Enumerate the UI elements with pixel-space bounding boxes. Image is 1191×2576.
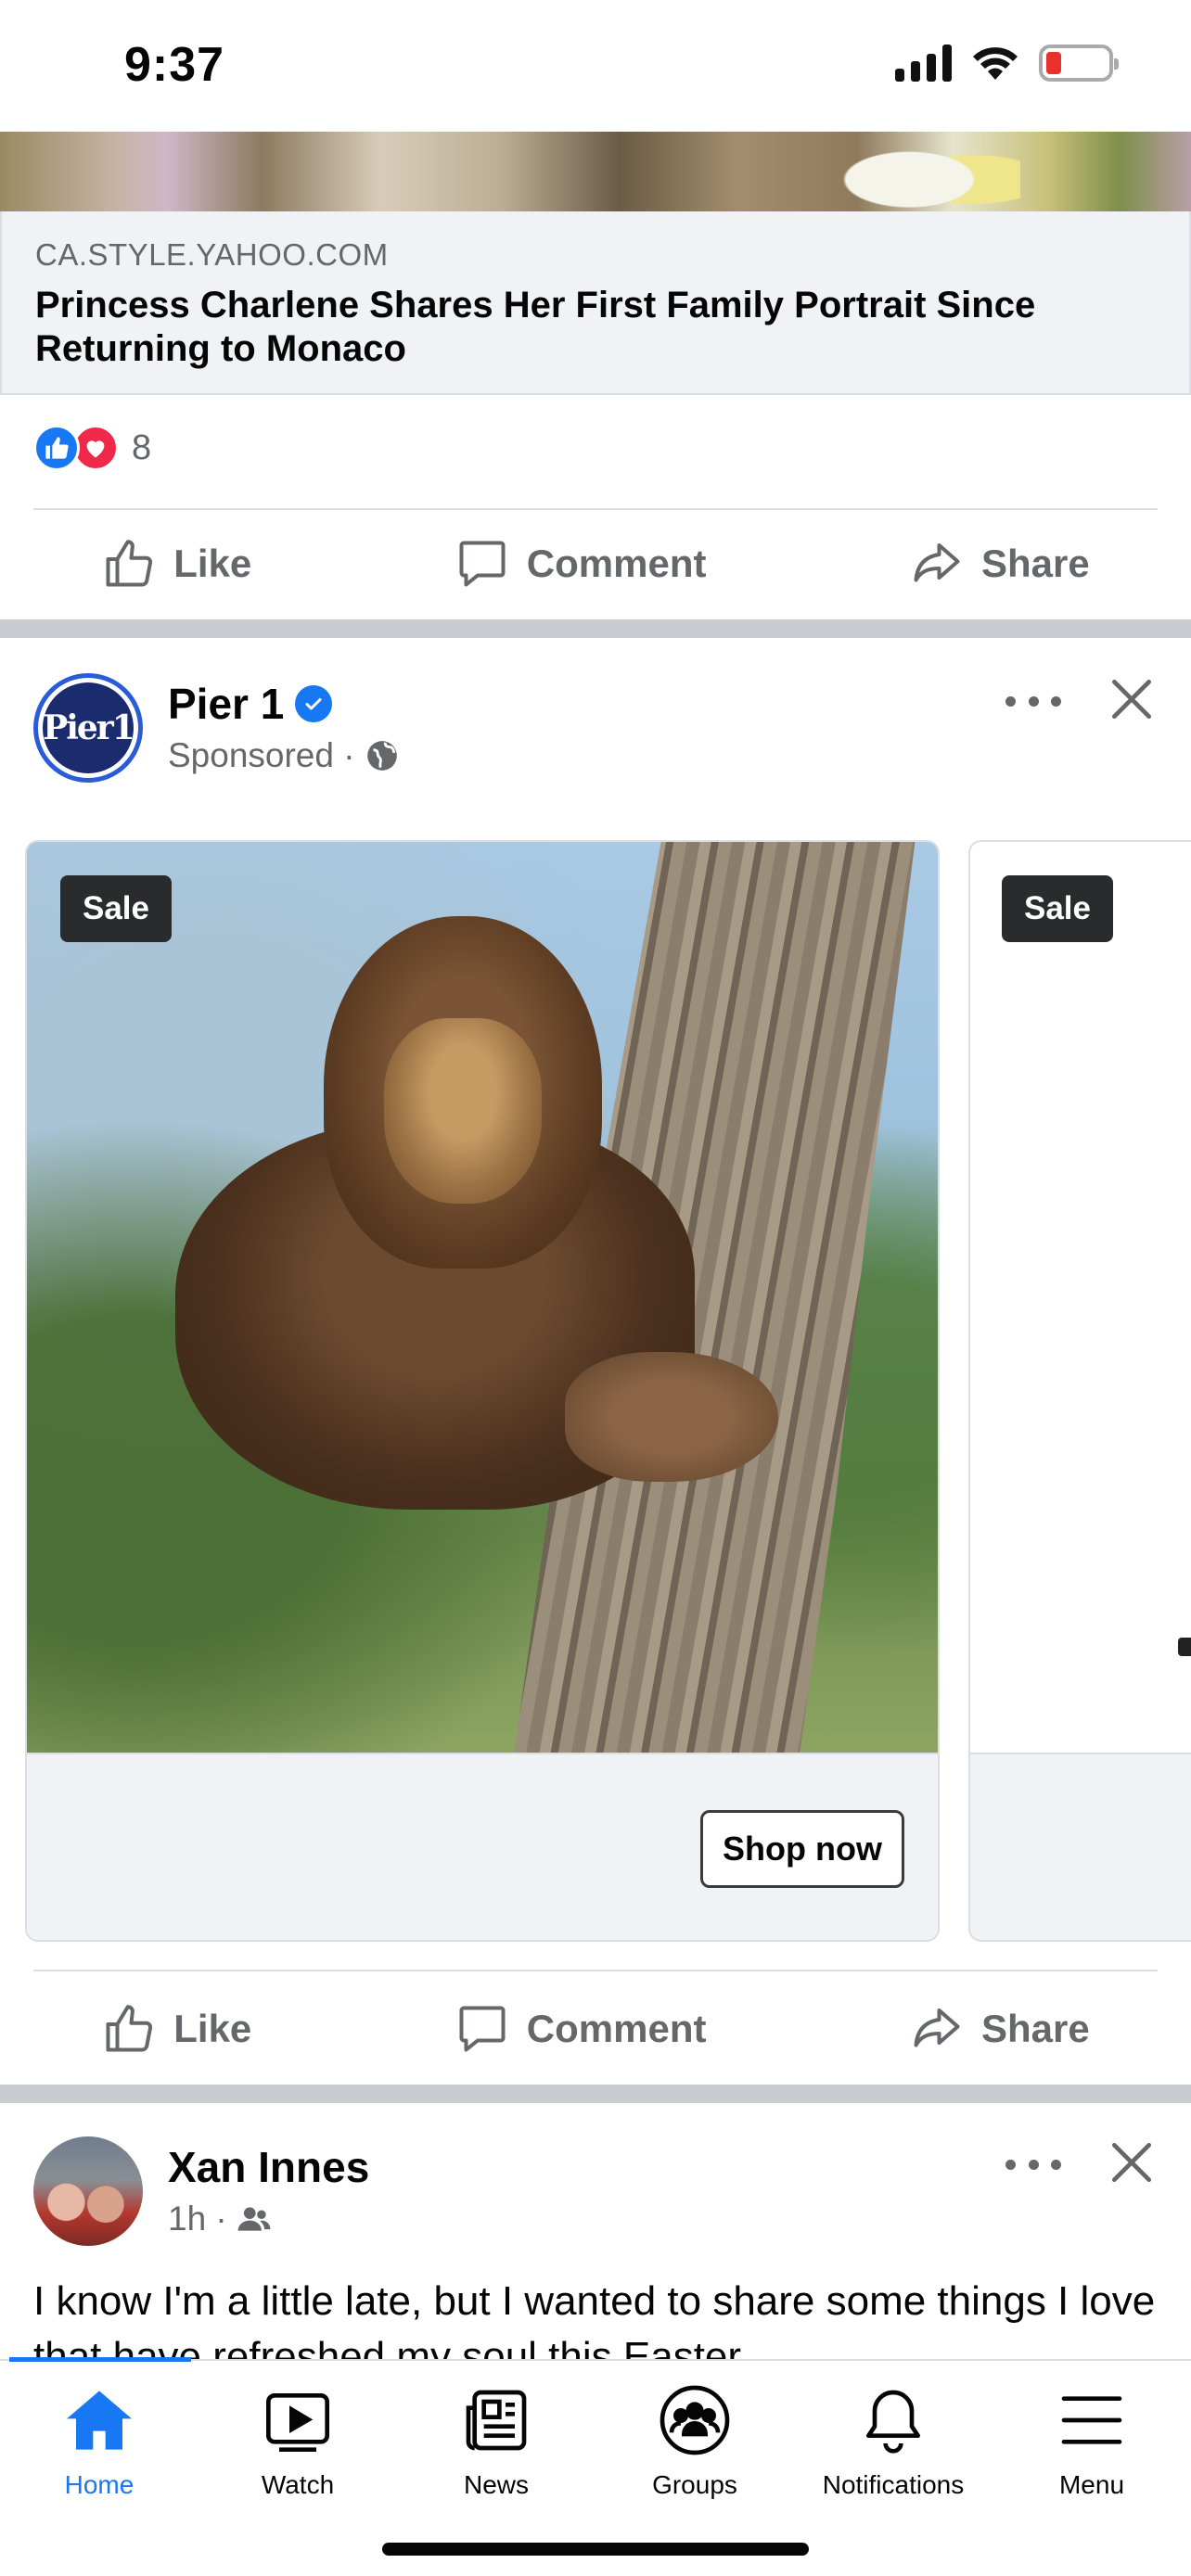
carousel-card[interactable]: Sale Shop now — [25, 840, 940, 1942]
feed-separator — [0, 619, 1191, 638]
sponsored-label: Sponsored · — [168, 736, 355, 774]
like-button[interactable]: Like — [101, 536, 251, 592]
page-name[interactable]: Pier 1 — [168, 679, 333, 729]
home-indicator[interactable] — [382, 2543, 809, 2556]
like-reaction-icon — [33, 425, 80, 471]
bottom-tab-bar: Home Watch News Groups Notifications Men… — [0, 2357, 1191, 2576]
post-meta: 1h · — [168, 2200, 272, 2238]
reaction-summary[interactable]: 8 — [33, 425, 151, 471]
thumbs-up-icon — [106, 2005, 153, 2052]
like-label: Like — [173, 2007, 252, 2050]
link-preview-image[interactable] — [0, 132, 1191, 211]
share-label: Share — [980, 542, 1090, 585]
status-bar: 9:37 — [0, 0, 1191, 132]
friends-audience-icon — [237, 2207, 271, 2231]
close-icon[interactable] — [1106, 2136, 1158, 2188]
product-image[interactable]: Sale — [970, 842, 1191, 1753]
pier1-logo: Pier1 — [43, 682, 135, 773]
tab-label: Watch — [261, 2470, 335, 2499]
news-icon — [466, 2390, 527, 2451]
tab-news[interactable]: News — [397, 2361, 596, 2519]
menu-icon — [1061, 2396, 1122, 2444]
tab-label: Menu — [1058, 2470, 1125, 2499]
home-icon — [67, 2391, 132, 2450]
comment-label: Comment — [526, 2007, 707, 2050]
tab-label: Notifications — [822, 2470, 965, 2499]
share-icon — [914, 543, 960, 582]
like-label: Like — [173, 542, 252, 585]
battery-icon — [1039, 45, 1119, 82]
tab-groups[interactable]: Groups — [596, 2361, 794, 2519]
pier1-avatar[interactable]: Pier1 — [33, 673, 143, 783]
reaction-count: 8 — [132, 427, 152, 467]
post-time: 1h · — [168, 2200, 227, 2238]
comment-icon — [459, 541, 506, 587]
shop-now-button[interactable]: Shop now — [700, 1810, 904, 1888]
tab-notifications[interactable]: Notifications — [794, 2361, 992, 2519]
status-time: 9:37 — [124, 38, 225, 92]
post-text[interactable]: I know I'm a little late, but I wanted t… — [33, 2274, 1165, 2359]
share-label: Share — [980, 2007, 1090, 2050]
comment-icon — [459, 2006, 506, 2052]
tab-label: Home — [64, 2470, 134, 2499]
share-button[interactable]: Share — [909, 536, 1090, 592]
bell-icon — [866, 2390, 920, 2454]
author-avatar[interactable] — [33, 2136, 143, 2246]
sponsored-meta: Sponsored · — [168, 736, 400, 775]
comment-label: Comment — [526, 542, 707, 585]
tab-label: Groups — [652, 2470, 737, 2499]
page-name-label: Pier 1 — [168, 680, 285, 728]
share-icon — [914, 2009, 960, 2047]
card-footer: Shop now — [27, 1753, 938, 1940]
verified-badge-icon — [295, 685, 333, 722]
divider — [33, 1970, 1158, 1971]
watch-icon — [266, 2393, 329, 2452]
author-name[interactable]: Xan Innes — [168, 2142, 369, 2192]
status-icons — [895, 45, 1119, 82]
wifi-icon — [973, 47, 1018, 80]
thumbs-up-icon — [106, 540, 153, 587]
sponsored-post-header: Pier1 Pier 1 Sponsored · — [33, 673, 1158, 794]
link-domain: CA.STYLE.YAHOO.COM — [35, 237, 389, 272]
tab-label: News — [463, 2470, 529, 2499]
more-options-icon[interactable] — [1005, 2146, 1061, 2183]
close-icon[interactable] — [1106, 673, 1158, 725]
comment-button[interactable]: Comment — [455, 536, 707, 592]
tab-watch[interactable]: Watch — [198, 2361, 397, 2519]
tab-menu[interactable]: Menu — [992, 2361, 1191, 2519]
card-footer — [970, 1753, 1191, 1940]
active-tab-indicator — [9, 2357, 191, 2362]
comment-button[interactable]: Comment — [455, 2001, 707, 2057]
tab-home[interactable]: Home — [0, 2361, 198, 2519]
sale-badge: Sale — [60, 875, 172, 942]
like-button[interactable]: Like — [101, 2001, 251, 2057]
link-title: Princess Charlene Shares Her First Famil… — [35, 285, 1036, 369]
share-button[interactable]: Share — [909, 2001, 1090, 2057]
post-actions: Like Comment Share — [0, 1973, 1191, 2085]
sale-badge: Sale — [1002, 875, 1113, 942]
feed-separator — [0, 2085, 1191, 2103]
post-actions: Like Comment Share — [0, 508, 1191, 619]
groups-icon — [660, 2385, 730, 2455]
more-options-icon[interactable] — [1005, 682, 1061, 720]
link-preview[interactable]: CA.STYLE.YAHOO.COM Princess Charlene Sha… — [0, 211, 1191, 395]
cellular-signal-icon — [895, 45, 952, 82]
globe-icon — [366, 741, 397, 771]
carousel-card[interactable]: Sale — [968, 840, 1191, 1942]
product-image-bigfoot-tree-hugger[interactable]: Sale — [27, 842, 938, 1753]
friend-post-header: Xan Innes 1h · — [33, 2136, 1158, 2257]
